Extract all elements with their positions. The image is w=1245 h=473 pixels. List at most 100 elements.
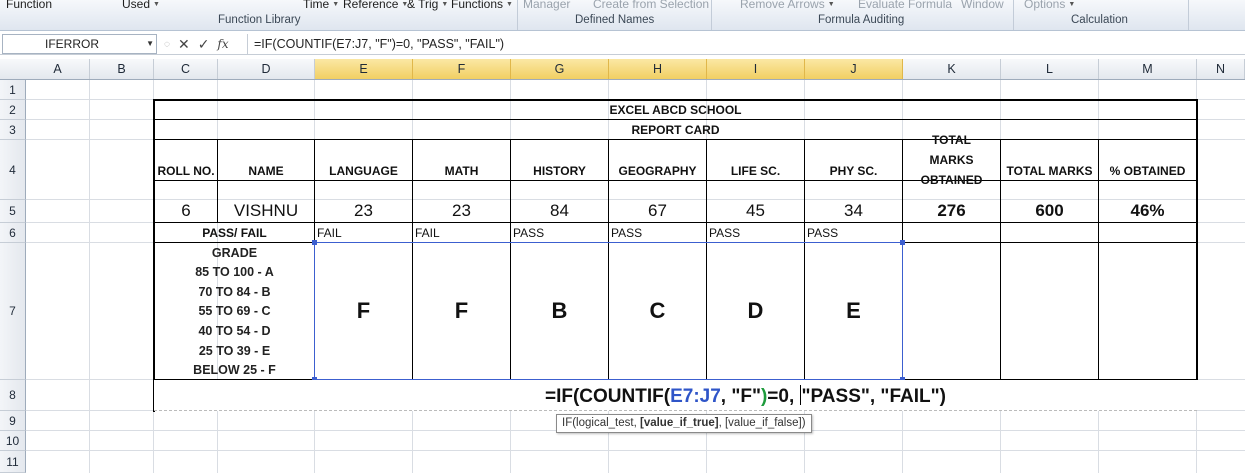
header-name[interactable]: NAME [218,140,314,180]
column-header-d[interactable]: D [218,59,315,79]
header-total-marks-obtained[interactable]: TOTAL MARKS OBTAINED [903,133,1000,187]
ribbon-create-from-selection-button[interactable]: Create from Selection [593,0,709,11]
ribbon-date-time-button[interactable]: Time ▼ [303,0,339,11]
header-language[interactable]: LANGUAGE [315,140,412,180]
cell-percent[interactable]: 46% [1099,200,1196,222]
cell-mark-math[interactable]: 23 [413,200,510,222]
ribbon-more-functions-button[interactable]: Functions ▼ [451,0,513,11]
range-handle[interactable] [900,240,905,245]
row-header-9[interactable]: 9 [0,411,26,431]
school-title[interactable]: EXCEL ABCD SCHOOL [155,101,1196,119]
cell-mark-geography[interactable]: 67 [609,200,706,222]
name-box[interactable]: IFERROR ▼ [2,34,157,54]
dropdown-caret-icon: ▼ [506,1,513,8]
column-header-n[interactable]: N [1197,59,1245,79]
range-handle[interactable] [312,240,317,245]
more-options-icon: ◌ [164,38,170,50]
dropdown-caret-icon: ▼ [441,1,449,8]
column-header-g[interactable]: G [511,59,609,79]
column-header-c[interactable]: C [154,59,218,79]
ribbon-remove-arrows-button[interactable]: Remove Arrows ▼ [740,0,835,11]
gridline [26,450,1245,451]
cell-mark-language[interactable]: 23 [315,200,412,222]
row-header-6[interactable]: 6 [0,223,26,243]
table-border [153,180,1198,181]
ribbon-separator [711,0,712,30]
column-header-m[interactable]: M [1099,59,1197,79]
formula-arguments: "PASS", "FAIL") [801,386,946,407]
header-roll-no[interactable]: ROLL NO. [155,140,217,180]
ribbon-lookup-reference-button[interactable]: Reference ▼ [343,0,408,11]
header-geography[interactable]: GEOGRAPHY [609,140,706,180]
header-total-marks[interactable]: TOTAL MARKS [1001,140,1098,180]
cell-pass-fail-math[interactable]: FAIL [413,223,510,242]
ribbon-separator [517,0,518,30]
row-header-10[interactable]: 10 [0,431,26,451]
column-header-b[interactable]: B [90,59,154,79]
insert-function-icon[interactable]: fx [217,37,228,51]
ribbon-name-manager-button[interactable]: Manager [523,0,570,11]
row-header-11[interactable]: 11 [0,451,26,473]
report-card-title[interactable]: REPORT CARD [155,120,1196,139]
header-history[interactable]: HISTORY [511,140,608,180]
formula-middle: , "F" [720,386,761,407]
enter-icon[interactable]: ✓ [198,36,210,53]
grade-range: 70 TO 84 - B [198,284,271,299]
cell-pass-fail-history[interactable]: PASS [511,223,608,242]
cell-pass-fail-language[interactable]: FAIL [315,223,412,242]
cell-pass-fail-phy-sc[interactable]: PASS [805,223,902,242]
row-header-8[interactable]: 8 [0,380,26,411]
cancel-icon[interactable]: ✕ [178,36,190,53]
row-header-4[interactable]: 4 [0,140,26,200]
grade-range: 55 TO 69 - C [198,304,271,319]
cell-pass-fail-geography[interactable]: PASS [609,223,706,242]
row-header-2[interactable]: 2 [0,100,26,120]
grade-title: GRADE [211,245,258,260]
pass-fail-label[interactable]: PASS/ FAIL [155,223,314,242]
cell-mark-life-sc[interactable]: 45 [707,200,804,222]
row-header-1[interactable]: 1 [0,80,26,100]
row-header-5[interactable]: 5 [0,200,26,223]
grade-legend[interactable]: GRADE 85 TO 100 - A 70 TO 84 - B 55 TO 6… [154,243,315,380]
header-life-sc[interactable]: LIFE SC. [707,140,804,180]
column-header-k[interactable]: K [903,59,1001,79]
row-header-7[interactable]: 7 [0,243,26,380]
tooltip-current-arg[interactable]: [value_if_true] [640,417,719,429]
cell-mark-phy-sc[interactable]: 34 [805,200,902,222]
column-header-l[interactable]: L [1001,59,1099,79]
cell-total-obtained[interactable]: 276 [903,200,1000,222]
ribbon-math-trig-button[interactable]: & Trig ▼ [407,0,448,11]
group-formula-auditing: Formula Auditing [818,14,905,26]
group-function-library: Function Library [218,14,301,26]
ribbon-calculation-options-button[interactable]: Options ▼ [1024,0,1075,11]
cell-name[interactable]: VISHNU [218,200,314,222]
cell-roll-no[interactable]: 6 [155,200,217,222]
chevron-down-icon[interactable]: ▼ [146,35,154,53]
function-argument-tooltip[interactable]: IF(logical_test, [value_if_true], [value… [556,414,812,433]
text-cursor [799,385,801,405]
formula-prefix: =IF(COUNTIF( [545,386,671,407]
ribbon-recently-used-button[interactable]: Used ▼ [122,0,160,11]
ribbon-function-button[interactable]: Function [6,0,52,11]
grade-range: 40 TO 54 - D [198,324,271,339]
column-header-j[interactable]: J [805,59,903,79]
column-header-a[interactable]: A [26,59,90,79]
header-percent-obtained[interactable]: % OBTAINED [1099,140,1196,180]
row-header-3[interactable]: 3 [0,120,26,140]
header-phy-sc[interactable]: PHY SC. [805,140,902,180]
column-header-e[interactable]: E [315,59,413,79]
formula-input[interactable]: =IF(COUNTIF(E7:J7, "F")=0, "PASS", "FAIL… [247,34,1243,54]
column-header-i[interactable]: I [707,59,805,79]
ribbon-watch-window-button[interactable]: Window [961,0,1004,11]
column-header-f[interactable]: F [413,59,511,79]
header-math[interactable]: MATH [413,140,510,180]
cell-mark-history[interactable]: 84 [511,200,608,222]
column-header-h[interactable]: H [609,59,707,79]
cell-total-marks[interactable]: 600 [1001,200,1098,222]
ribbon-evaluate-formula-button[interactable]: Evaluate Formula [858,0,952,11]
cell-pass-fail-life-sc[interactable]: PASS [707,223,804,242]
dropdown-caret-icon: ▼ [153,1,160,8]
table-border [1196,99,1198,380]
formula-bar: IFERROR ▼ ◌ ✕ ✓ fx =IF(COUNTIF(E7:J7, "F"… [0,33,1245,55]
in-cell-formula[interactable]: =IF(COUNTIF(E7:J7, "F")=0, "PASS", "FAIL… [545,385,946,408]
